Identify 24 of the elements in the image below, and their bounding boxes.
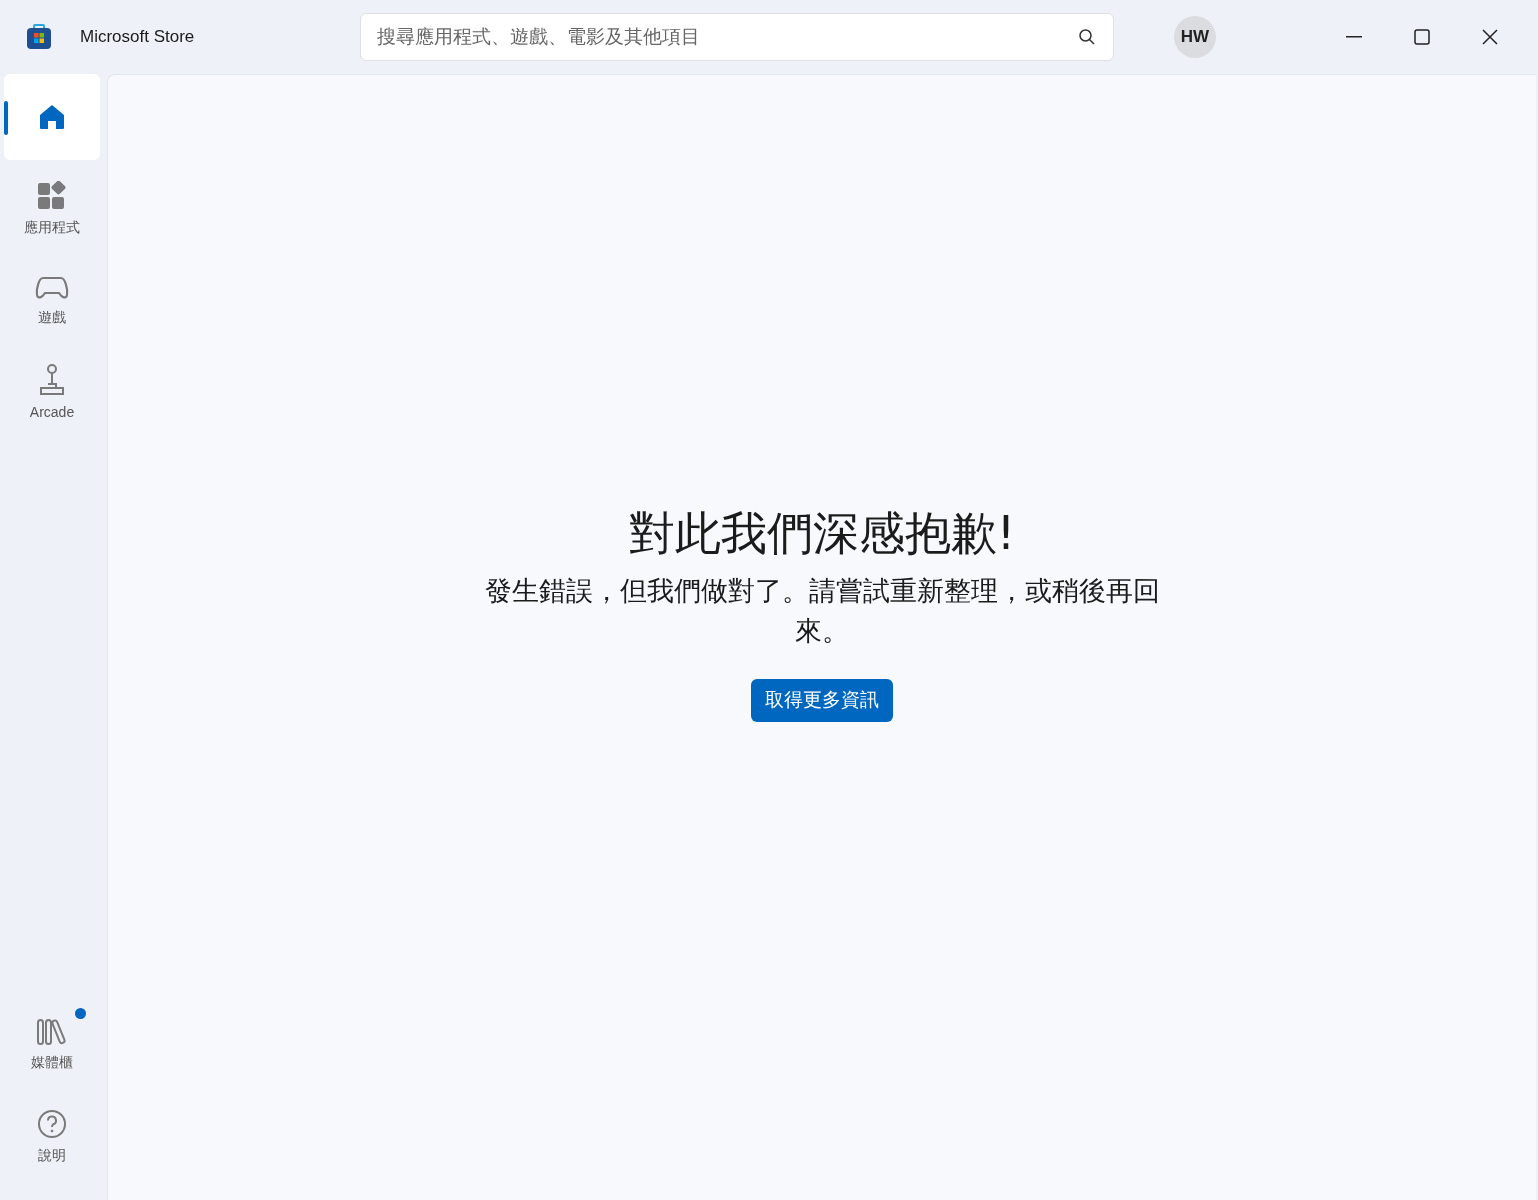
nav-item[interactable]: 媒體櫃 — [4, 1002, 100, 1088]
error-message: 發生錯誤，但我們做對了。請嘗試重新整理，或稍後再回來。 — [483, 573, 1161, 648]
search-icon[interactable] — [1078, 28, 1096, 46]
more-info-button[interactable]: 取得更多資訊 — [751, 678, 893, 722]
store-logo-icon — [26, 24, 52, 50]
nav-item[interactable]: 應用程式 — [4, 166, 100, 252]
nav-item[interactable]: Arcade — [4, 350, 100, 436]
selection-indicator — [4, 101, 8, 135]
window-title: Microsoft Store — [80, 26, 196, 49]
close-icon — [1482, 29, 1498, 45]
nav-item[interactable]: 遊戲 — [4, 258, 100, 344]
joystick-icon — [37, 363, 67, 396]
library-icon — [36, 1017, 68, 1046]
maximize-icon — [1414, 29, 1430, 45]
game-controller-icon — [35, 274, 69, 301]
nav-item[interactable]: 說明 — [4, 1094, 100, 1180]
minimize-icon — [1346, 36, 1362, 38]
nav-item[interactable] — [4, 74, 100, 160]
error-title: 對此我們深感抱歉! — [628, 505, 1016, 562]
apps-icon — [37, 180, 67, 211]
search-field[interactable]: 搜尋應用程式、遊戲、電影及其他項目 — [360, 13, 1114, 61]
help-icon — [37, 1108, 67, 1139]
home-icon — [37, 102, 67, 132]
account-avatar[interactable]: HW — [1174, 16, 1216, 58]
